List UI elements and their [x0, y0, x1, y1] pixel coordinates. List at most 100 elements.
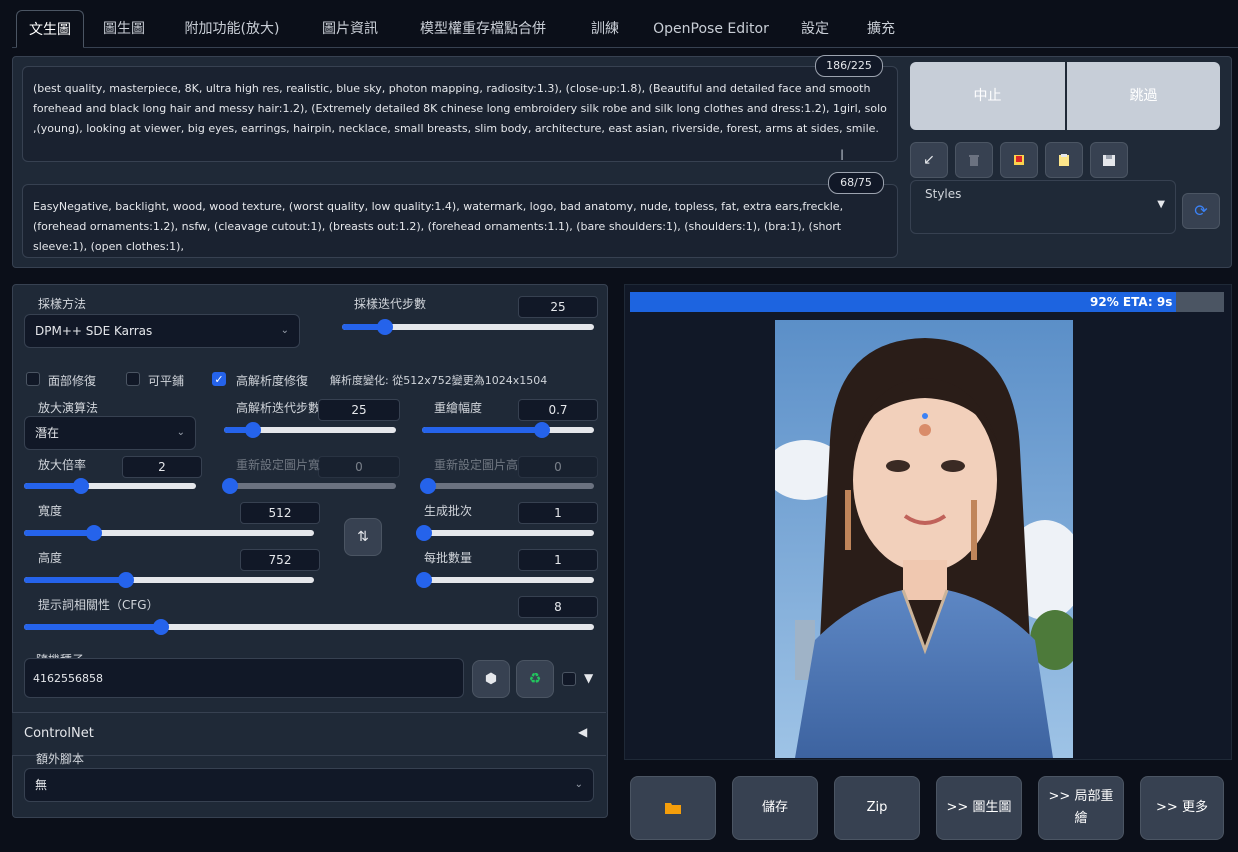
tab-extras[interactable]: 附加功能(放大) [172, 10, 292, 48]
hires-fix-checkbox[interactable]: ✓ [212, 372, 226, 386]
save-button[interactable]: 儲存 [732, 776, 818, 840]
resize-width-slider[interactable] [222, 478, 396, 494]
dice-icon: ⬢ [484, 671, 498, 687]
reuse-seed-button[interactable]: ♻ [516, 660, 554, 698]
resize-width-label: 重新設定圖片寬 [236, 458, 321, 472]
script-value: 無 [35, 778, 48, 792]
save-style-button[interactable] [1090, 142, 1128, 178]
interrupt-button[interactable]: 中止 [910, 62, 1065, 130]
styles-dropdown[interactable]: Styles ▼ [910, 180, 1176, 234]
extra-networks-button[interactable] [1000, 142, 1038, 178]
tab-txt2img[interactable]: 文生圖 [16, 10, 84, 48]
save-icon [1103, 155, 1115, 166]
resize-height-label: 重新設定圖片高 [434, 458, 519, 472]
hires-steps-input[interactable]: 25 [318, 399, 400, 421]
sampler-value: DPM++ SDE Karras [35, 324, 153, 338]
batch-size-input[interactable]: 1 [518, 549, 598, 571]
hires-steps-label: 高解析迭代步數 [236, 401, 321, 415]
height-input[interactable]: 752 [240, 549, 320, 571]
seed-value: 4162556858 [33, 672, 103, 685]
upscale-label: 放大倍率 [38, 458, 87, 472]
chevron-down-icon: ⌄ [280, 325, 289, 336]
skip-button[interactable]: 跳過 [1067, 62, 1220, 130]
open-folder-button[interactable] [630, 776, 716, 840]
dropdown-arrow-icon: ▼ [1157, 199, 1165, 210]
send-to-img2img-button[interactable]: >> 圖生圖 [936, 776, 1022, 840]
seed-field[interactable]: 4162556858 [24, 658, 464, 698]
generated-image[interactable] [775, 320, 1073, 758]
denoise-label: 重繪幅度 [434, 401, 483, 415]
negative-prompt-input[interactable]: EasyNegative, backlight, wood, wood text… [22, 184, 898, 258]
width-slider[interactable] [24, 525, 314, 541]
steps-input[interactable]: 25 [518, 296, 598, 318]
upscale-input[interactable]: 2 [122, 456, 202, 478]
swap-icon: ⇅ [357, 529, 369, 545]
hires-steps-slider[interactable] [224, 422, 396, 438]
tab-img2img[interactable]: 圖生圖 [92, 10, 156, 48]
clipboard-icon [1059, 154, 1069, 166]
styles-label: Styles [925, 187, 962, 201]
refresh-styles-button[interactable]: ⟳ [1182, 193, 1220, 229]
resize-height-input[interactable]: 0 [518, 456, 598, 478]
hires-fix-label: 高解析度修復 [236, 374, 309, 388]
denoise-slider[interactable] [422, 422, 594, 438]
resize-height-slider[interactable] [420, 478, 594, 494]
send-to-extras-button[interactable]: >> 更多 [1140, 776, 1224, 840]
tab-train[interactable]: 訓練 [580, 10, 630, 48]
extra-seed-checkbox[interactable] [562, 672, 576, 686]
tab-openpose-editor[interactable]: OpenPose Editor [648, 10, 774, 48]
tab-checkpoint-merger[interactable]: 模型權重存檔點合併 [408, 10, 558, 48]
restore-faces-label: 面部修復 [48, 374, 97, 388]
sampler-dropdown[interactable]: DPM++ SDE Karras ⌄ [24, 314, 300, 348]
width-input[interactable]: 512 [240, 502, 320, 524]
negative-token-counter: 68/75 [828, 172, 884, 194]
arrow-icon: ↙ [923, 152, 935, 168]
resize-width-input[interactable]: 0 [318, 456, 400, 478]
positive-token-counter: 186/225 [815, 55, 883, 77]
tab-extensions[interactable]: 擴充 [856, 10, 906, 48]
upscaler-dropdown[interactable]: 潛在 ⌄ [24, 416, 196, 450]
tab-bar: 文生圖 圖生圖 附加功能(放大) 圖片資訊 模型權重存檔點合併 訓練 OpenP… [12, 10, 1238, 48]
tab-settings[interactable]: 設定 [790, 10, 840, 48]
upscaler-label: 放大演算法 [38, 401, 99, 415]
batch-count-input[interactable]: 1 [518, 502, 598, 524]
cfg-slider[interactable] [24, 619, 594, 635]
restore-faces-checkbox[interactable] [26, 372, 40, 386]
hires-resolution-note: 解析度變化: 從512x752變更為1024x1504 [330, 374, 548, 387]
script-label: 額外腳本 [36, 752, 85, 766]
chevron-down-icon: ⌄ [176, 427, 185, 438]
tiling-label: 可平鋪 [148, 374, 185, 388]
clear-prompt-button[interactable] [955, 142, 993, 178]
text-cursor-icon: I [840, 148, 845, 164]
width-label: 寬度 [38, 504, 63, 518]
denoise-input[interactable]: 0.7 [518, 399, 598, 421]
tiling-checkbox[interactable] [126, 372, 140, 386]
recycle-icon: ♻ [528, 671, 542, 687]
tab-png-info[interactable]: 圖片資訊 [308, 10, 392, 48]
read-params-button[interactable]: ↙ [910, 142, 948, 178]
batch-count-slider[interactable] [416, 525, 594, 541]
progress-bar: 92% ETA: 9s [630, 292, 1224, 312]
positive-prompt-input[interactable]: (best quality, masterpiece, 8K, ultra hi… [22, 66, 898, 162]
zip-button[interactable]: Zip [834, 776, 920, 840]
swap-dimensions-button[interactable]: ⇅ [344, 518, 382, 556]
steps-slider[interactable] [342, 319, 594, 335]
batch-size-slider[interactable] [416, 572, 594, 588]
batch-size-label: 每批數量 [424, 551, 473, 565]
refresh-icon: ⟳ [1194, 201, 1208, 220]
collapse-triangle-icon: ◀ [578, 725, 588, 739]
height-slider[interactable] [24, 572, 314, 588]
apply-style-button[interactable] [1045, 142, 1083, 178]
cfg-input[interactable]: 8 [518, 596, 598, 618]
upscale-slider[interactable] [24, 478, 196, 494]
controlnet-accordion[interactable]: ControlNet ◀ [12, 712, 606, 756]
cfg-label: 提示詞相關性（CFG） [38, 598, 159, 612]
trash-icon [969, 155, 979, 166]
script-dropdown[interactable]: 無 ⌄ [24, 768, 594, 802]
height-label: 高度 [38, 551, 63, 565]
random-seed-button[interactable]: ⬢ [472, 660, 510, 698]
send-to-inpaint-button[interactable]: >> 局部重繪 [1038, 776, 1124, 840]
flag-icon [1014, 155, 1024, 165]
expand-triangle-icon[interactable]: ▼ [584, 671, 593, 685]
progress-text: 92% ETA: 9s [1090, 295, 1173, 309]
